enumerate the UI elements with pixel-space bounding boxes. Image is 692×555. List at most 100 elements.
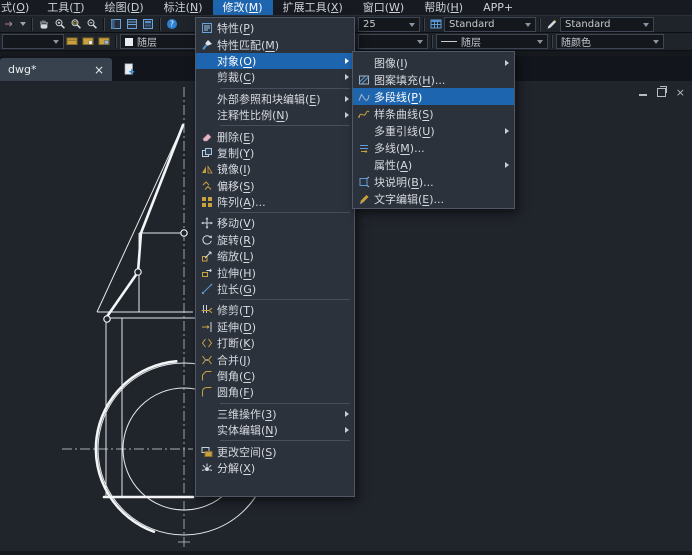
properties-palette-button[interactable] — [108, 17, 124, 32]
text-style-combo[interactable]: Standard — [444, 17, 536, 32]
chevron-down-icon — [537, 40, 543, 44]
menu-item-scale[interactable]: 缩放(L) — [196, 248, 354, 264]
menu-item-label: 镜像(I) — [217, 161, 349, 177]
layer-combo[interactable] — [2, 34, 64, 49]
scale-icon — [196, 250, 217, 262]
document-window-controls: × — [639, 87, 685, 98]
menu-item-annotative-scale[interactable]: 注释性比例(N) — [196, 107, 354, 123]
table-style-button[interactable] — [428, 17, 444, 32]
menu-item-label: 对象(O) — [217, 53, 345, 69]
chevron-down-icon[interactable] — [20, 22, 26, 26]
menu-item-3d-operations[interactable]: 三维操作(3) — [196, 406, 354, 422]
menubar-item-express-tools[interactable]: 扩展工具(X) — [273, 0, 353, 15]
menu-item-label: 属性(A) — [374, 157, 505, 173]
menu-item-join[interactable]: 合并(J) — [196, 351, 354, 367]
zoom-previous-button[interactable] — [84, 17, 100, 32]
plotstyle-combo[interactable]: 随颜色 — [556, 34, 664, 49]
menu-item-object[interactable]: 对象(O) — [196, 53, 354, 69]
zoom-previous-icon — [86, 15, 98, 34]
pan-button[interactable] — [36, 17, 52, 32]
lengthen-icon — [196, 283, 217, 295]
menu-item-extend[interactable]: 延伸(D) — [196, 319, 354, 335]
help-button[interactable]: ? — [164, 17, 180, 32]
pan-hand-icon — [38, 15, 50, 34]
menubar-item-app-plus[interactable]: APP+ — [473, 0, 523, 15]
menu-item-trim[interactable]: 修剪(T) — [196, 302, 354, 318]
menu-item-image[interactable]: 图像(I) — [353, 54, 514, 71]
linetype-combo[interactable]: 随层 — [436, 34, 548, 49]
mline-icon — [353, 142, 374, 154]
close-icon[interactable]: × — [94, 64, 104, 76]
submenu-arrow-icon — [505, 128, 509, 134]
menu-item-attribute[interactable]: 属性(A) — [353, 156, 514, 173]
command-arrow-button[interactable] — [2, 17, 18, 32]
document-tab[interactable]: dwg* × — [0, 58, 112, 81]
menubar-item-modify[interactable]: 修改(M) — [213, 0, 273, 15]
new-drawing-button[interactable] — [120, 61, 138, 77]
offset-icon — [196, 180, 217, 192]
minimize-icon[interactable] — [639, 94, 647, 96]
menu-item-erase[interactable]: 删除(E) — [196, 128, 354, 144]
layer-lock-icon — [98, 32, 110, 51]
menu-item-move[interactable]: 移动(V) — [196, 215, 354, 231]
layer-manager-button[interactable] — [64, 34, 80, 49]
menu-item-xref-block-edit[interactable]: 外部参照和块编辑(E) — [196, 91, 354, 107]
zoom-realtime-button[interactable] — [52, 17, 68, 32]
linetype-value: 随层 — [461, 34, 481, 49]
menu-item-offset[interactable]: 偏移(S) — [196, 178, 354, 194]
color-combo[interactable]: 随层 — [120, 34, 196, 49]
table-style-icon — [430, 15, 442, 34]
menu-item-stretch[interactable]: 拉伸(H) — [196, 264, 354, 280]
menubar-item-draw[interactable]: 绘图(D) — [95, 0, 154, 15]
spline-icon — [353, 108, 374, 120]
menu-item-explode[interactable]: 分解(X) — [196, 460, 354, 476]
menu-item-text-edit[interactable]: 文字编辑(E)... — [353, 190, 514, 207]
zoom-window-icon — [70, 15, 82, 34]
menu-item-spline[interactable]: 样条曲线(S) — [353, 105, 514, 122]
menu-separator — [220, 125, 350, 126]
design-center-button[interactable] — [124, 17, 140, 32]
menu-item-properties[interactable]: 特性(P) — [196, 20, 354, 36]
dim-style-combo[interactable]: Standard — [560, 17, 654, 32]
layer-states-button[interactable] — [80, 34, 96, 49]
menu-item-rotate[interactable]: 旋转(R) — [196, 232, 354, 248]
menu-item-lengthen[interactable]: 拉长(G) — [196, 281, 354, 297]
close-icon[interactable]: × — [676, 87, 685, 98]
chevron-down-icon — [409, 23, 415, 27]
menu-item-clip[interactable]: 剪裁(C) — [196, 69, 354, 85]
design-center-icon — [126, 15, 138, 34]
menu-item-hatch[interactable]: 图案填充(H)... — [353, 71, 514, 88]
menu-item-mline[interactable]: 多线(M)... — [353, 139, 514, 156]
menu-item-mirror[interactable]: 镜像(I) — [196, 161, 354, 177]
chevron-down-icon — [53, 40, 59, 44]
toolbar-separator — [423, 18, 425, 31]
menu-item-polyline[interactable]: 多段线(P) — [353, 88, 514, 105]
menubar-item-window[interactable]: 窗口(W) — [353, 0, 414, 15]
tool-palettes-button[interactable] — [140, 17, 156, 32]
zoom-window-button[interactable] — [68, 17, 84, 32]
menu-item-break[interactable]: 打断(K) — [196, 335, 354, 351]
menu-item-change-space[interactable]: 更改空间(S) — [196, 443, 354, 459]
menubar-item-dimension[interactable]: 标注(N) — [154, 0, 213, 15]
menu-item-mleader[interactable]: 多重引线(U) — [353, 122, 514, 139]
menubar-item-help[interactable]: 帮助(H) — [414, 0, 473, 15]
style-25-combo[interactable]: 25 — [358, 17, 420, 32]
menu-item-solid-editing[interactable]: 实体编辑(N) — [196, 422, 354, 438]
menu-item-label: 拉伸(H) — [217, 265, 349, 281]
menubar-item-tools[interactable]: 工具(T) — [37, 0, 94, 15]
chevron-down-icon — [417, 40, 423, 44]
menu-item-array[interactable]: 阵列(A)... — [196, 194, 354, 210]
menubar-item-format[interactable]: 式(O) — [0, 0, 37, 15]
menu-item-match-properties[interactable]: 特性匹配(M) — [196, 36, 354, 52]
hidden-combo[interactable] — [358, 34, 428, 49]
menu-item-copy[interactable]: 复制(Y) — [196, 145, 354, 161]
new-file-icon — [123, 60, 135, 79]
copy-icon — [196, 147, 217, 159]
menu-item-chamfer[interactable]: 倒角(C) — [196, 368, 354, 384]
dim-style-button[interactable] — [544, 17, 560, 32]
restore-icon[interactable] — [657, 88, 666, 97]
menu-item-block-description[interactable]: 块说明(B)... — [353, 173, 514, 190]
menu-item-fillet[interactable]: 圆角(F) — [196, 384, 354, 400]
chevron-down-icon — [653, 40, 659, 44]
layer-lock-button[interactable] — [96, 34, 112, 49]
